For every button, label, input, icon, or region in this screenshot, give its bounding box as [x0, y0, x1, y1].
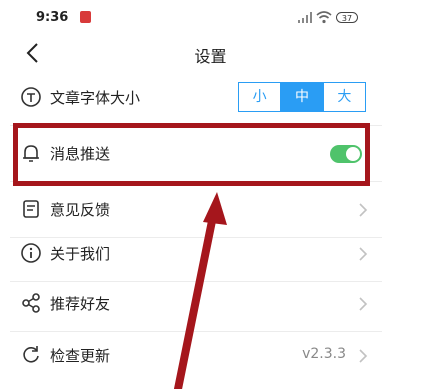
- app-version: v2.3.3: [302, 346, 346, 362]
- refresh-icon: [23, 346, 39, 363]
- status-time: 9:36: [36, 10, 69, 25]
- push-notification-label: 消息推送: [50, 145, 111, 163]
- chevron-right-icon: [359, 349, 368, 363]
- wifi-icon: [316, 11, 332, 24]
- signal-icon: [298, 12, 312, 23]
- font-size-large[interactable]: 大: [324, 83, 365, 111]
- setting-font-size: 文章字体大小 小 中 大: [10, 70, 382, 126]
- font-size-label: 文章字体大小: [50, 89, 141, 107]
- chevron-right-icon: [359, 247, 368, 261]
- chevron-right-icon: [359, 297, 368, 311]
- check-update-label: 检查更新: [50, 347, 111, 365]
- battery-icon: 37: [336, 12, 358, 23]
- push-notification-toggle[interactable]: [330, 145, 362, 163]
- share-icon: [22, 293, 40, 313]
- status-bar: 9:36 37: [0, 0, 421, 34]
- settings-screen: 9:36 37 设置 文章字体大小 小 中 大 消息推送 意见反馈 关于我们 推…: [0, 0, 421, 389]
- chevron-right-icon: [359, 203, 368, 217]
- notification-icon: [80, 11, 91, 23]
- feedback-label: 意见反馈: [50, 201, 111, 219]
- page-title: 设置: [194, 47, 227, 66]
- font-size-selector[interactable]: 小 中 大: [238, 82, 366, 112]
- bell-icon: [23, 145, 39, 162]
- font-size-small[interactable]: 小: [239, 83, 282, 111]
- about-label: 关于我们: [50, 245, 111, 263]
- setting-push-notification[interactable]: 消息推送: [10, 126, 382, 182]
- font-size-icon: [21, 87, 41, 107]
- feedback-icon: [23, 200, 39, 218]
- setting-check-update[interactable]: 检查更新 v2.3.3: [10, 328, 382, 384]
- recommend-label: 推荐好友: [50, 295, 111, 313]
- toggle-knob: [346, 147, 360, 161]
- setting-about[interactable]: 关于我们: [10, 226, 382, 282]
- font-size-medium[interactable]: 中: [281, 83, 324, 111]
- info-icon: [21, 243, 41, 263]
- nav-bar: 设置: [0, 34, 421, 74]
- setting-recommend[interactable]: 推荐好友: [10, 276, 382, 332]
